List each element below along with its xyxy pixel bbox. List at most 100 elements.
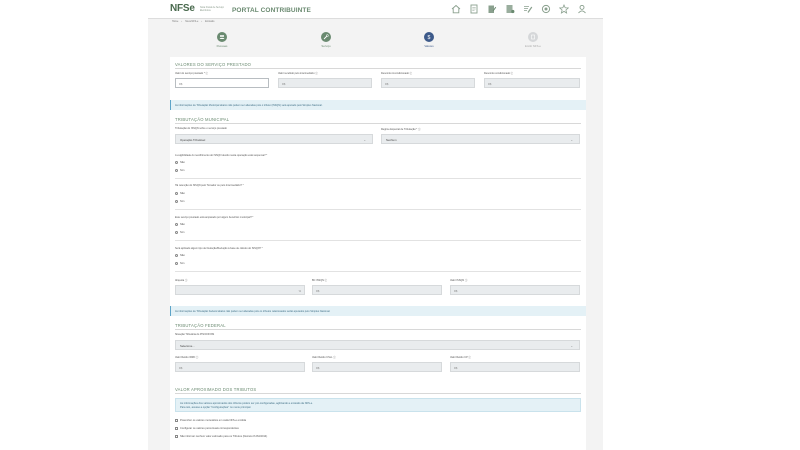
wrench-icon [321, 32, 331, 42]
aliquota-input[interactable]: % [175, 285, 305, 295]
cp-input[interactable]: R$ [450, 362, 580, 372]
gear-badge-icon[interactable] [539, 3, 553, 15]
valor-intermediario-label: Valor recebido pelo intermediário ⓘ [278, 72, 318, 75]
currency-prefix: R$ [385, 82, 389, 86]
radio-exigibilidade-sim[interactable]: Sim [175, 169, 184, 172]
tributacao-value: Operação Tributável [180, 138, 206, 143]
section-title-federal: TRIBUTAÇÃO FEDERAL [175, 323, 226, 328]
section-title-valores: VALORES DO SERVIÇO PRESTADO [175, 62, 252, 67]
step-valores[interactable]: $ Valores [409, 26, 449, 48]
breadcrumb-home[interactable]: Home [172, 20, 178, 25]
checkbox[interactable] [175, 427, 178, 430]
chevron-down-icon: ⌄ [570, 344, 573, 348]
portal-title: PORTAL CONTRIBUINTE [232, 7, 311, 14]
document-edit-icon[interactable] [485, 3, 499, 15]
radio-deducao-sim[interactable]: Sim [175, 262, 184, 265]
breadcrumb-current: Emissão [205, 20, 215, 23]
section-title-aproximado: VALOR APROXIMADO DOS TRIBUTOS [175, 387, 257, 392]
checkbox[interactable] [175, 419, 178, 422]
section-rule [175, 68, 581, 69]
option-nao-informar[interactable]: Não informar nenhum valor estimado para … [175, 435, 267, 438]
valor-issqn-label: Valor ISSQN ⓘ [450, 279, 468, 282]
regime-value: Nenhum [386, 138, 397, 143]
radio-button[interactable] [175, 192, 178, 195]
step-label: Valores [424, 44, 434, 48]
step-servico[interactable]: Serviço [306, 26, 346, 48]
desconto-condicionado-label: Desconto condicionado ⓘ [484, 72, 514, 75]
document-icon[interactable] [467, 3, 481, 15]
info-federal-banner: As informações de Tributação Federal aba… [170, 306, 586, 316]
step-label: Serviço [321, 44, 331, 48]
tributacao-label: Tributação do ISSQN sobre o serviço pres… [175, 127, 227, 130]
question-beneficio: Este serviço prestado está amparado por … [175, 216, 254, 219]
radio-exigibilidade-nao[interactable]: Não [175, 161, 185, 164]
pencil-list-icon[interactable] [521, 3, 535, 15]
radio-button[interactable] [175, 262, 178, 265]
radio-button[interactable] [175, 200, 178, 203]
breadcrumb-nova[interactable]: Nova NFS-e [185, 20, 198, 25]
valor-servico-input[interactable]: R$ [175, 78, 269, 88]
radio-beneficio-nao[interactable]: Não [175, 223, 185, 226]
irrf-label: Valor Retido IRRF ⓘ [175, 356, 199, 359]
radio-label: Não [180, 254, 185, 257]
radio-beneficio-sim[interactable]: Sim [175, 231, 184, 234]
desconto-incondicionado-input[interactable]: R$ [381, 78, 475, 88]
irrf-input[interactable]: R$ [175, 362, 305, 372]
breadcrumb-separator: › [201, 20, 203, 23]
option-label: Não informar nenhum valor estimado para … [180, 435, 268, 438]
radio-deducao-nao[interactable]: Não [175, 254, 185, 257]
step-emitir[interactable]: Emitir NFS-e [513, 26, 553, 48]
radio-label: Não [180, 223, 185, 226]
cp-label: Valor Retido CP ⓘ [450, 356, 471, 359]
document-list-icon[interactable] [503, 3, 517, 15]
home-icon[interactable] [449, 3, 463, 15]
wizard-steps: Pessoas Serviço $ Valores Emitir NFS-e [148, 26, 603, 54]
question-retencao: Há retenção do ISSQN pelo Tomador ou pel… [175, 184, 244, 187]
people-icon [217, 32, 227, 42]
desconto-condicionado-input[interactable]: R$ [484, 78, 580, 88]
step-pessoas[interactable]: Pessoas [202, 26, 242, 48]
regime-select[interactable]: Nenhum ⌄ [381, 134, 580, 144]
situacao-select[interactable]: Selecione... ⌄ [175, 340, 580, 350]
nfse-logo[interactable]: NFSe Nota Fiscal de Serviço Eletrônica [170, 3, 232, 15]
radio-button[interactable] [175, 223, 178, 226]
radio-label: Sim [180, 231, 185, 234]
radio-button[interactable] [175, 161, 178, 164]
tributacao-select[interactable]: Operação Tributável ⌄ [175, 134, 373, 144]
app-header: NFSe Nota Fiscal de Serviço Eletrônica P… [148, 0, 603, 19]
radio-label: Não [180, 192, 185, 195]
csll-input[interactable]: R$ [312, 362, 442, 372]
valor-issqn-input[interactable]: R$ [450, 285, 580, 295]
radio-button[interactable] [175, 254, 178, 257]
csll-label: Valor Retido CSLL ⓘ [312, 356, 336, 359]
currency-prefix: R$ [179, 82, 183, 86]
star-icon[interactable] [557, 3, 571, 15]
currency-prefix: R$ [454, 366, 458, 370]
section-rule [175, 123, 581, 124]
header-toolbar [449, 3, 589, 15]
currency-prefix: R$ [488, 82, 492, 86]
situacao-label: Situação Tributária do PIS/COFINS [175, 333, 215, 336]
section-title-municipal: TRIBUTAÇÃO MUNICIPAL [175, 117, 230, 122]
aproximado-note: As informações dos valores aproximados d… [175, 398, 581, 412]
currency-prefix: R$ [316, 289, 320, 293]
radio-label: Sim [180, 200, 185, 203]
checkbox[interactable] [175, 435, 178, 438]
bc-issqn-input[interactable]: R$ [312, 285, 442, 295]
currency-prefix: R$ [179, 366, 183, 370]
dollar-icon: $ [424, 32, 434, 42]
radio-button[interactable] [175, 169, 178, 172]
desconto-incondicionado-label: Desconto incondicionado ⓘ [381, 72, 413, 75]
radio-retencao-sim[interactable]: Sim [175, 200, 184, 203]
user-icon[interactable] [575, 3, 589, 15]
valor-servico-label: Valor do serviço prestado * ⓘ [175, 72, 209, 75]
option-label: Preencher os valores monetários em cada … [180, 419, 247, 422]
option-preencher[interactable]: Preencher os valores monetários em cada … [175, 419, 246, 422]
currency-prefix: R$ [282, 82, 286, 86]
radio-button[interactable] [175, 231, 178, 234]
radio-label: Sim [180, 169, 185, 172]
option-configurar[interactable]: Configurar os valores percentuais corres… [175, 427, 239, 430]
valor-intermediario-input[interactable]: R$ [278, 78, 372, 88]
radio-retencao-nao[interactable]: Não [175, 192, 185, 195]
question-deducao: Será aplicado algum tipo de Dedução/Redu… [175, 247, 263, 250]
